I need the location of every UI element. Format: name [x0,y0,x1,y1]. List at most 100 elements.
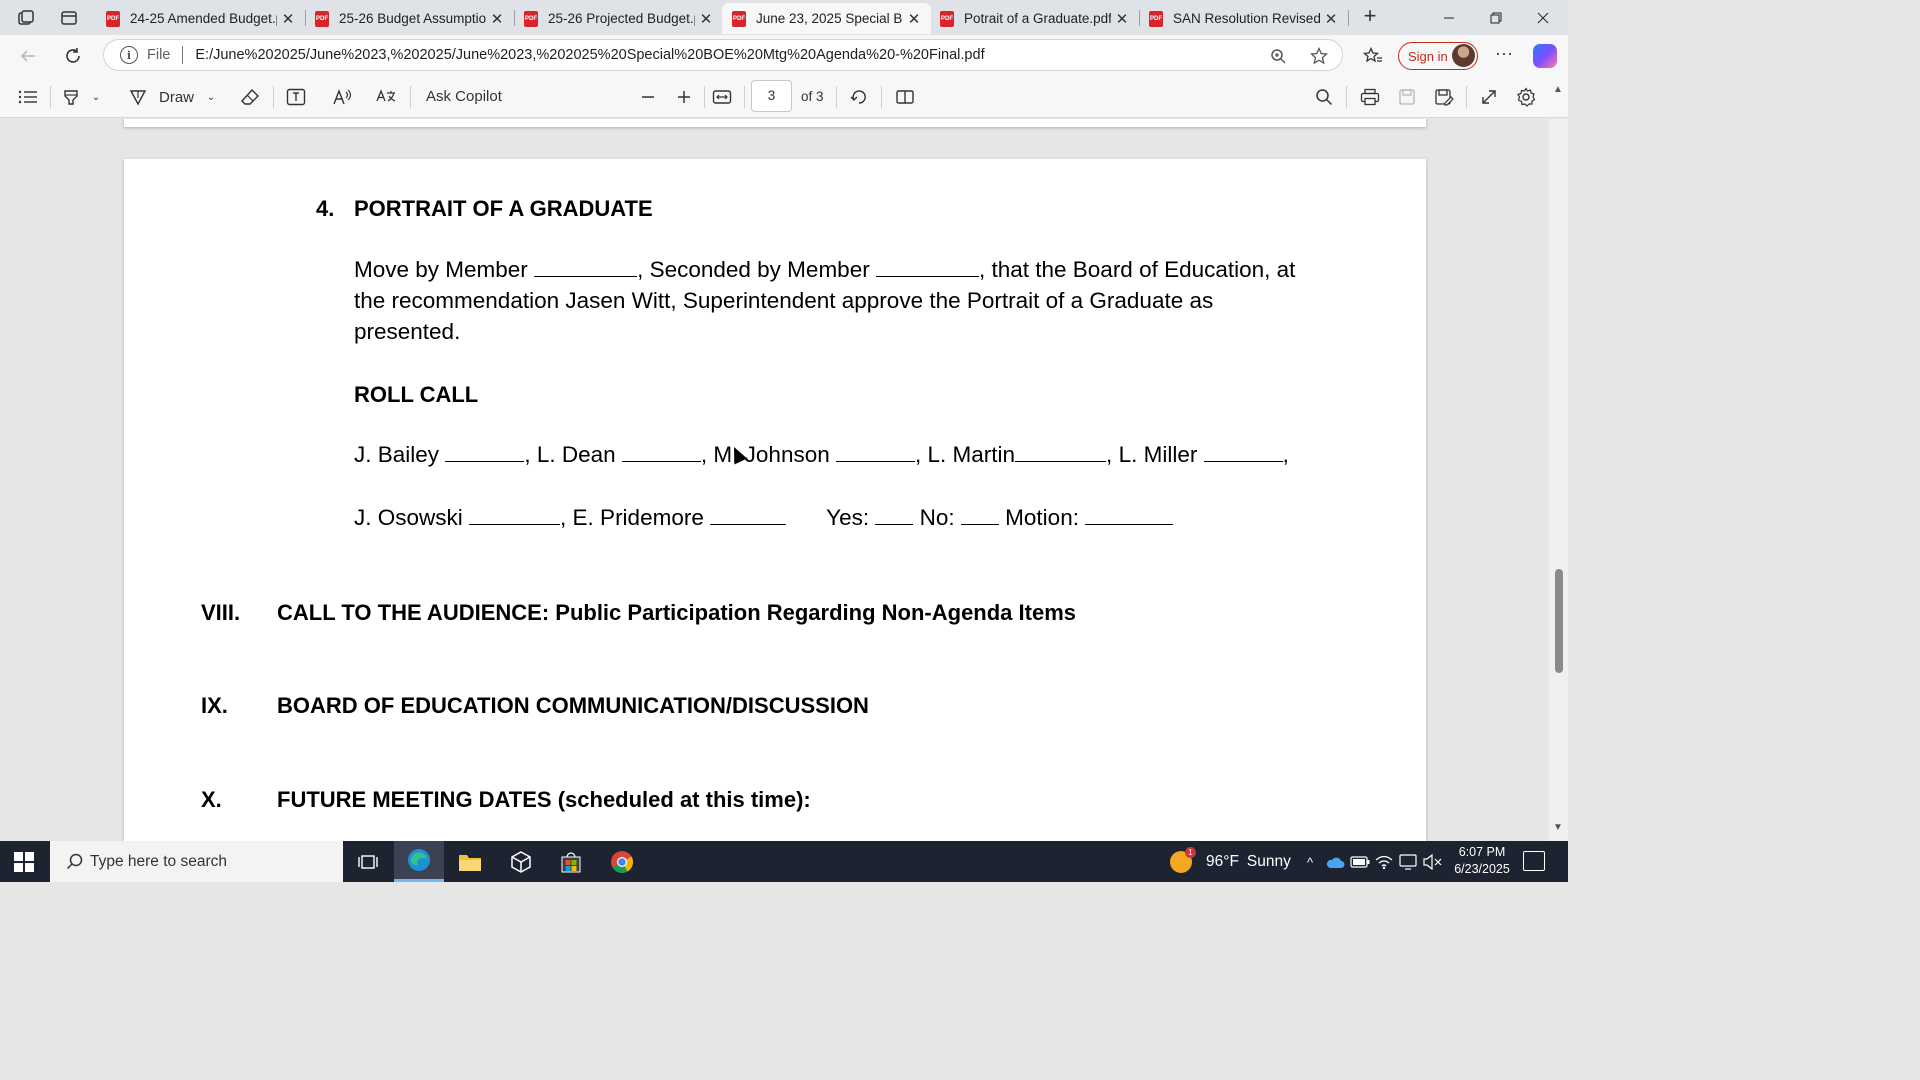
task-view-button[interactable] [343,841,393,882]
tab-actions-icon[interactable] [57,6,81,30]
read-aloud-icon[interactable] [330,85,354,109]
member-name: L. Martin [927,442,1016,467]
scroll-down-arrow-icon[interactable]: ▼ [1553,822,1563,833]
tab-divider [1348,10,1349,26]
member-name: L. Miller [1118,442,1198,467]
chevron-down-icon[interactable]: ⌄ [203,85,219,109]
url-text[interactable]: E:/June%202025/June%2023,%202025/June%20… [195,47,984,63]
network-monitor-icon[interactable] [1398,852,1418,872]
close-window-button[interactable] [1520,0,1566,35]
vertical-scrollbar[interactable]: ▲ ▼ [1549,84,1568,841]
taskbar-chrome[interactable] [597,841,647,882]
copilot-icon[interactable] [1533,44,1557,68]
tab-projected-budget[interactable]: PDF 25-26 Projected Budget.pdf ✕ [514,3,723,34]
back-button[interactable] [15,43,41,69]
new-tab-button[interactable]: + [1358,5,1382,29]
refresh-button[interactable] [60,43,86,69]
search-icon [64,852,84,872]
avatar [1452,44,1475,67]
zoom-in-icon[interactable] [672,85,696,109]
notification-center-icon[interactable] [1523,851,1545,871]
restore-button[interactable] [1473,0,1519,35]
wifi-icon[interactable] [1374,852,1394,872]
item-heading: PORTRAIT OF A GRADUATE [354,196,653,221]
start-button[interactable] [0,841,48,882]
taskbar-search-box[interactable]: Type here to search [50,841,343,882]
roll-call-row: J. Osowski , E. Pridemore Yes: No: Motio… [354,505,1174,531]
volume-muted-icon[interactable] [1422,852,1442,872]
close-icon[interactable]: ✕ [277,10,299,28]
onedrive-cloud-icon[interactable] [1325,852,1345,872]
search-icon[interactable] [1312,85,1336,109]
contents-list-icon[interactable] [16,85,40,109]
favorites-icon[interactable] [1360,43,1386,69]
page-number-input[interactable]: 3 [751,80,792,112]
workspaces-icon[interactable] [14,6,38,30]
text-box-icon[interactable] [284,85,308,109]
motion-label: Motion: [1005,505,1079,530]
taskbar-app-3d[interactable] [496,841,546,882]
page-view-icon[interactable] [893,85,917,109]
fit-width-icon[interactable] [710,85,734,109]
clock-time: 6:07 PM [1458,845,1506,859]
chevron-down-icon[interactable]: ⌄ [88,85,104,109]
toolbar-divider [273,86,274,108]
favorite-star-icon[interactable] [1309,46,1329,66]
chrome-browser-icon [611,850,633,873]
section-heading: BOARD OF EDUCATION COMMUNICATION/DISCUSS… [277,693,869,718]
scroll-thumb[interactable] [1555,569,1563,673]
zoom-out-icon[interactable] [636,85,660,109]
windows-taskbar: Type here to search 1 96°F Sunny ^ 6:07 … [0,841,1568,882]
yes-blank [875,507,914,525]
tab-amended-budget[interactable]: PDF 24-25 Amended Budget.pdf ✕ [96,3,305,34]
close-icon[interactable]: ✕ [903,10,925,28]
hidden-icons-chevron-icon[interactable]: ^ [1300,852,1320,872]
member-name: L. Dean [536,442,616,467]
tab-san-resolution[interactable]: PDF SAN Resolution Revised 6- ✕ [1139,3,1348,34]
taskbar-clock[interactable]: 6:07 PM 6/23/2025 [1452,844,1512,878]
battery-icon[interactable] [1350,852,1370,872]
fullscreen-icon[interactable] [1477,85,1501,109]
zoom-icon[interactable] [1268,46,1288,66]
close-icon[interactable]: ✕ [1320,10,1342,28]
sun-icon: 1 [1170,846,1196,873]
site-info-icon[interactable]: i [120,46,138,64]
roll-call-heading: ROLL CALL [354,382,479,407]
motion-line: Move by Member , Seconded by Member , th… [354,254,1354,285]
tab-portrait-graduate[interactable]: PDF Potrait of a Graduate.pdf ✕ [930,3,1139,34]
taskbar-file-explorer[interactable] [445,841,495,882]
settings-gear-icon[interactable] [1514,85,1538,109]
eraser-icon[interactable] [238,85,262,109]
save-icon[interactable] [1395,85,1419,109]
tab-title: 25-26 Budget Assumption.pdf [339,11,486,26]
close-icon[interactable]: ✕ [1111,10,1133,28]
save-as-icon[interactable] [1432,85,1456,109]
close-icon[interactable]: ✕ [486,10,508,28]
draw-button[interactable]: Draw [128,85,208,109]
taskbar-edge-app[interactable] [394,841,444,882]
scroll-up-arrow-icon[interactable]: ▲ [1553,84,1563,95]
windows-logo-icon [14,851,23,861]
translate-icon[interactable] [374,85,398,109]
windows-logo-icon [25,851,34,861]
page-count-label: of 3 [801,89,824,104]
ask-copilot-button[interactable]: Ask Copilot [426,88,502,105]
tab-budget-assumption[interactable]: PDF 25-26 Budget Assumption.pdf ✕ [305,3,514,34]
tab-title: SAN Resolution Revised 6- [1173,11,1320,26]
tab-special-boe-agenda[interactable]: PDF June 23, 2025 Special BOE Mtg Agenda… [722,3,931,34]
highlight-icon[interactable] [60,85,82,109]
sign-in-button[interactable]: Sign in [1398,42,1478,70]
taskbar-store[interactable] [546,841,596,882]
draw-pen-icon [129,90,147,106]
folder-icon [459,854,481,871]
member-name: E. Pridemore [572,505,704,530]
weather-widget[interactable]: 1 96°F Sunny [1170,841,1291,882]
tab-title: 24-25 Amended Budget.pdf [130,11,277,26]
pdf-document-view[interactable]: 4. PORTRAIT OF A GRADUATE Move by Member… [0,119,1549,841]
url-input[interactable]: i File E:/June%202025/June%2023,%202025/… [103,39,1343,71]
close-icon[interactable]: ✕ [695,10,717,28]
rotate-icon[interactable] [847,85,871,109]
minimize-button[interactable] [1426,0,1472,35]
print-icon[interactable] [1358,85,1382,109]
more-options-icon[interactable]: ··· [1492,43,1516,67]
